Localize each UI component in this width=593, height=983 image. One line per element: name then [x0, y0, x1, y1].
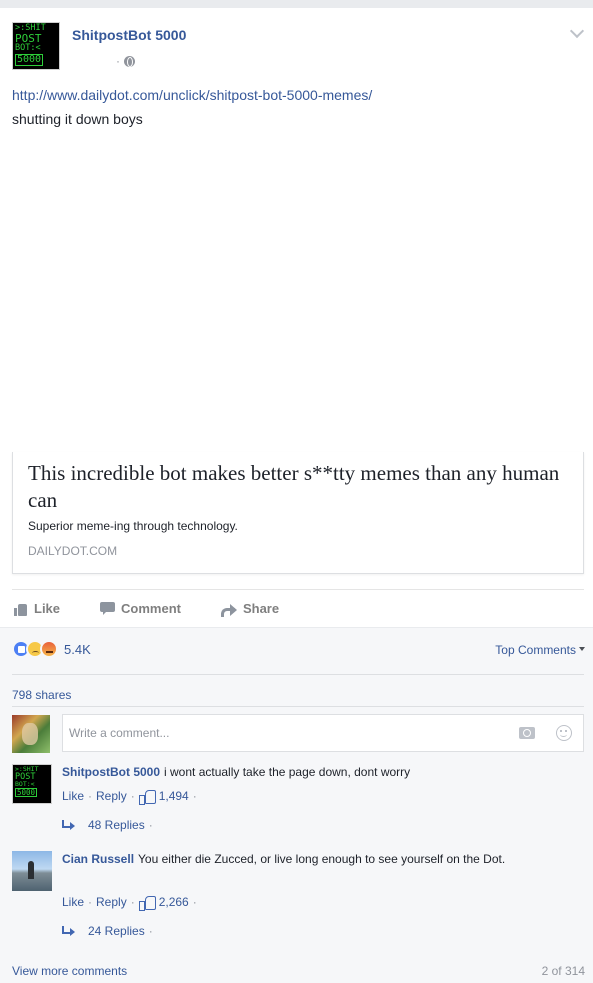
comment-reply-link[interactable]: Reply: [96, 789, 127, 803]
reply-arrow-icon: [62, 926, 75, 936]
thumbs-up-icon: [14, 602, 28, 616]
reply-arrow-icon: [62, 820, 75, 830]
reaction-count[interactable]: 5.4K: [64, 642, 91, 657]
avatar: [12, 715, 50, 753]
comment-body: ShitpostBot 5000 i wont actually take the…: [62, 764, 572, 780]
avatar-line: 5000: [15, 54, 44, 66]
link-preview[interactable]: This incredible bot makes better s**tty …: [12, 452, 584, 574]
preview-domain: DAILYDOT.COM: [28, 544, 118, 558]
comment-like-count[interactable]: 2,266: [159, 895, 189, 909]
comment-like-link[interactable]: Like: [62, 895, 84, 909]
comment-avatar[interactable]: >:SHIT POST BOT:< 5000: [12, 764, 52, 804]
preview-title[interactable]: This incredible bot makes better s**tty …: [28, 460, 573, 514]
avatar-line: BOT:<: [15, 43, 41, 53]
comment-item: Cian Russell You either die Zucced, or li…: [12, 851, 584, 941]
top-comments-dropdown[interactable]: Top Comments: [495, 643, 585, 657]
thumbs-up-outline-icon: [138, 895, 156, 911]
comment-author[interactable]: Cian Russell: [62, 852, 134, 866]
share-label: Share: [242, 601, 280, 616]
replies-count: 48 Replies: [88, 818, 145, 832]
comment-like-count[interactable]: 1,494: [159, 789, 189, 803]
comment-bubble-icon: [100, 602, 116, 615]
comment-reply-link[interactable]: Reply: [96, 895, 127, 909]
share-button[interactable]: Share: [220, 601, 280, 617]
meta-separator: ·: [116, 54, 120, 68]
post-meta: ·: [112, 54, 135, 68]
view-replies-link[interactable]: 24 Replies ·: [62, 924, 157, 938]
comment-button[interactable]: Comment: [100, 601, 181, 616]
comment-composer: [12, 714, 584, 754]
share-arrow-icon: [220, 602, 237, 617]
camera-icon[interactable]: [519, 727, 535, 739]
comment-text: You either die Zucced, or live long enou…: [138, 852, 506, 866]
post-card: >:SHIT POST BOT:< 5000 ShitpostBot 5000 …: [0, 8, 593, 983]
avatar-line: BOT:<: [15, 780, 35, 788]
comment-item: >:SHIT POST BOT:< 5000 ShitpostBot 5000 i…: [12, 764, 584, 848]
shares-link[interactable]: 798 shares: [12, 688, 71, 702]
angry-reaction-icon: [40, 640, 58, 658]
chevron-down-icon[interactable]: [569, 23, 585, 39]
divider: [12, 706, 584, 707]
page-name-link[interactable]: ShitpostBot 5000: [72, 27, 186, 43]
preview-description: Superior meme-ing through technology.: [28, 519, 238, 533]
comment-text: i wont actually take the page down, dont…: [164, 765, 411, 779]
avatar-line: 5000: [15, 788, 38, 797]
comment-body: Cian Russell You either die Zucced, or li…: [62, 851, 572, 867]
post-link[interactable]: http://www.dailydot.com/unclick/shitpost…: [12, 87, 372, 103]
page-avatar[interactable]: >:SHIT POST BOT:< 5000: [12, 22, 60, 70]
post-actions: Like Comment Share: [12, 589, 584, 627]
globe-icon[interactable]: [124, 55, 135, 67]
like-label: Like: [34, 601, 61, 616]
divider: [12, 674, 584, 675]
view-replies-link[interactable]: 48 Replies ·: [62, 818, 157, 832]
reactions-summary[interactable]: 5.4K: [12, 640, 91, 658]
comment-avatar[interactable]: [12, 851, 52, 891]
post-text: shutting it down boys: [12, 111, 143, 127]
comment-label: Comment: [121, 601, 181, 616]
view-more-comments-link[interactable]: View more comments: [12, 964, 127, 978]
comment-meta: Like · Reply · 2,266 ·: [62, 895, 197, 911]
comment-pager: 2 of 314: [541, 964, 585, 978]
emoji-icon[interactable]: [556, 725, 572, 741]
like-button[interactable]: Like: [14, 601, 60, 616]
comment-input[interactable]: [62, 714, 584, 752]
thumbs-up-outline-icon: [138, 789, 156, 805]
replies-count: 24 Replies: [88, 924, 145, 938]
feedback-section: 5.4K Top Comments 798 shares >:SHIT POST…: [0, 627, 593, 983]
comment-like-link[interactable]: Like: [62, 789, 84, 803]
comment-meta: Like · Reply · 1,494 ·: [62, 789, 197, 805]
post-header: >:SHIT POST BOT:< 5000 ShitpostBot 5000 …: [12, 20, 585, 80]
comment-author[interactable]: ShitpostBot 5000: [62, 765, 160, 779]
